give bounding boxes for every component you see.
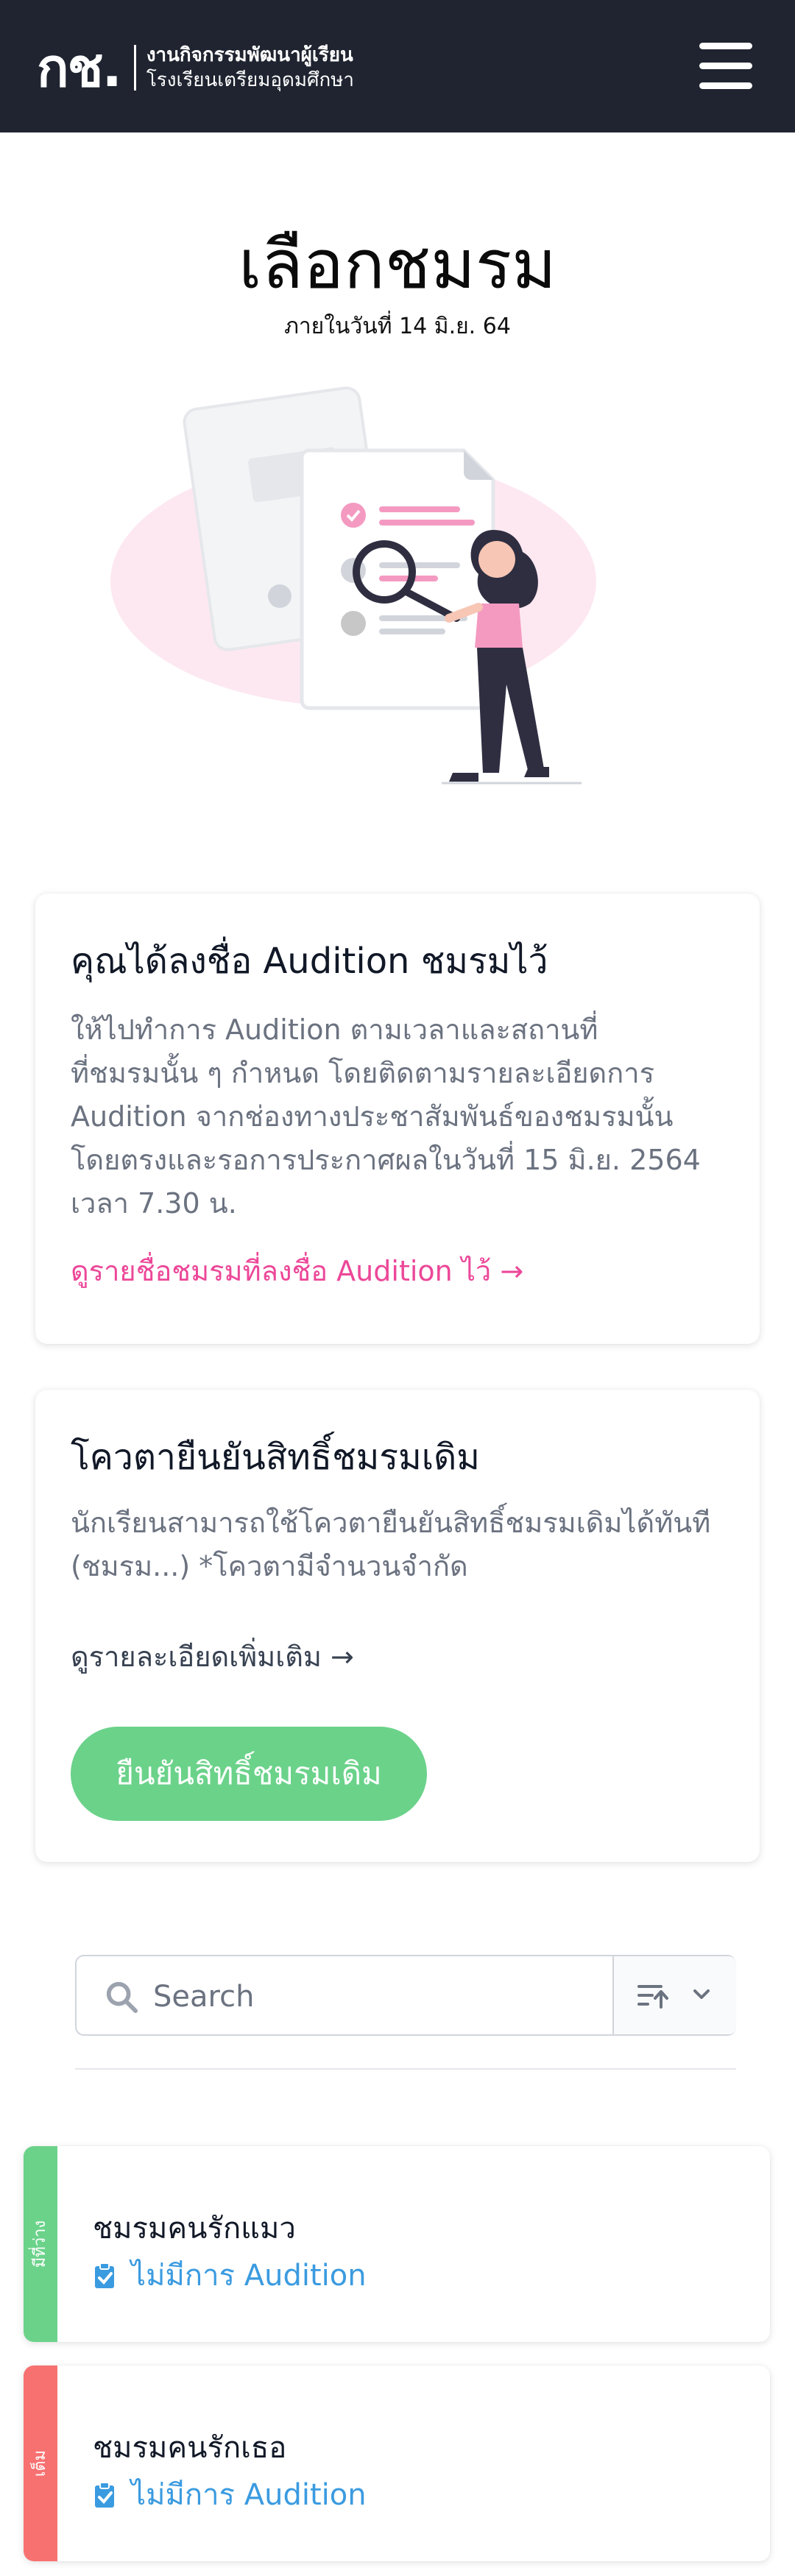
availability-tag: เต็ม — [31, 2449, 49, 2477]
quota-card-body: นักเรียนสามารถใช้โควตายืนยันสิทธิ์ชมรมเด… — [71, 1501, 733, 1588]
audition-card: คุณได้ลงชื่อ Audition ชมรมไว้ ให้ไปทำการ… — [35, 894, 760, 1344]
search-icon — [106, 1981, 138, 2014]
view-audition-list-link[interactable]: ดูรายชื่อชมรมที่ลงชื่อ Audition ไว้ → — [71, 1253, 523, 1289]
audition-card-title: คุณได้ลงชื่อ Audition ชมรมไว้ — [71, 941, 548, 982]
audition-status: ไม่มีการ Audition — [93, 2476, 367, 2514]
availability-tag: มีที่ว่าง — [31, 2220, 49, 2268]
logo-text: งานกิจกรรมพัฒนาผู้เรียน โรงเรียนเตรียมอุ… — [146, 43, 354, 93]
quota-card-title: โควตายืนยันสิทธิ์ชมรมเดิม — [71, 1437, 480, 1478]
quota-body-line: นักเรียนสามารถใช้โควตายืนยันสิทธิ์ชมรมเด… — [71, 1507, 711, 1539]
top-navbar: กช. งานกิจกรรมพัฒนาผู้เรียน โรงเรียนเตรี… — [0, 0, 795, 132]
audition-body-line: ให้ไปทำการ Audition ตามเวลาและสถานที่ — [71, 1013, 598, 1046]
chevron-down-icon — [693, 1989, 710, 1999]
search-illustration — [110, 386, 596, 785]
search-bar — [75, 1955, 736, 2036]
audition-body-line: เวลา 7.30 น. — [71, 1187, 237, 1220]
audition-status-text: ไม่มีการ Audition — [131, 2259, 367, 2293]
audition-status: ไม่มีการ Audition — [93, 2257, 367, 2295]
search-input[interactable] — [153, 1971, 595, 2023]
section-divider — [75, 2068, 736, 2070]
page-title: เลือกชมรม — [239, 225, 556, 304]
audition-status-text: ไม่มีการ Audition — [131, 2478, 367, 2512]
page-subtitle: ภายในวันที่ 14 มิ.ย. 64 — [284, 314, 511, 339]
availability-strip: มีที่ว่าง — [24, 2146, 57, 2342]
quota-card: โควตายืนยันสิทธิ์ชมรมเดิม นักเรียนสามารถ… — [35, 1390, 760, 1862]
audition-body-line: โดยตรงและรอการประกาศผลในวันที่ 15 มิ.ย. … — [71, 1144, 701, 1176]
site-logo[interactable]: กช. งานกิจกรรมพัฒนาผู้เรียน โรงเรียนเตรี… — [37, 38, 354, 97]
audition-body-line: ที่ชมรมนั้น ๆ กำหนด โดยติดตามรายละเอียดก… — [71, 1057, 654, 1089]
audition-body-line: Audition จากช่องทางประชาสัมพันธ์ของชมรมน… — [71, 1100, 674, 1133]
club-list-item[interactable]: มีที่ว่าง ชมรมคนรักแมว ไม่มีการ Audition — [24, 2146, 770, 2342]
availability-strip: เต็ม — [24, 2366, 57, 2561]
logo-line1: งานกิจกรรมพัฒนาผู้เรียน — [146, 44, 353, 66]
clipboard-check-icon — [95, 2482, 114, 2508]
view-details-link[interactable]: ดูรายละเอียดเพิ่มเติม → — [71, 1638, 354, 1675]
clipboard-check-icon — [95, 2262, 114, 2288]
sort-dropdown-button[interactable] — [612, 1956, 736, 2034]
hamburger-menu-icon[interactable] — [699, 43, 752, 90]
logo-line2: โรงเรียนเตรียมอุดมศึกษา — [146, 69, 355, 91]
confirm-quota-button[interactable]: ยืนยันสิทธิ์ชมรมเดิม — [71, 1727, 427, 1821]
sort-ascending-icon — [637, 1985, 668, 2009]
club-name: ชมรมคนรักแมว — [93, 2212, 296, 2246]
audition-card-body: ให้ไปทำการ Audition ตามเวลาและสถานที่ ที… — [71, 1008, 733, 1225]
logo-divider — [133, 45, 136, 91]
logo-mark: กช. — [37, 37, 122, 99]
club-name: ชมรมคนรักเธอ — [93, 2431, 287, 2465]
club-list-item[interactable]: เต็ม ชมรมคนรักเธอ ไม่มีการ Audition — [24, 2366, 770, 2561]
quota-body-line: (ชมรม...) *โควตามีจำนวนจำกัด — [71, 1550, 468, 1582]
